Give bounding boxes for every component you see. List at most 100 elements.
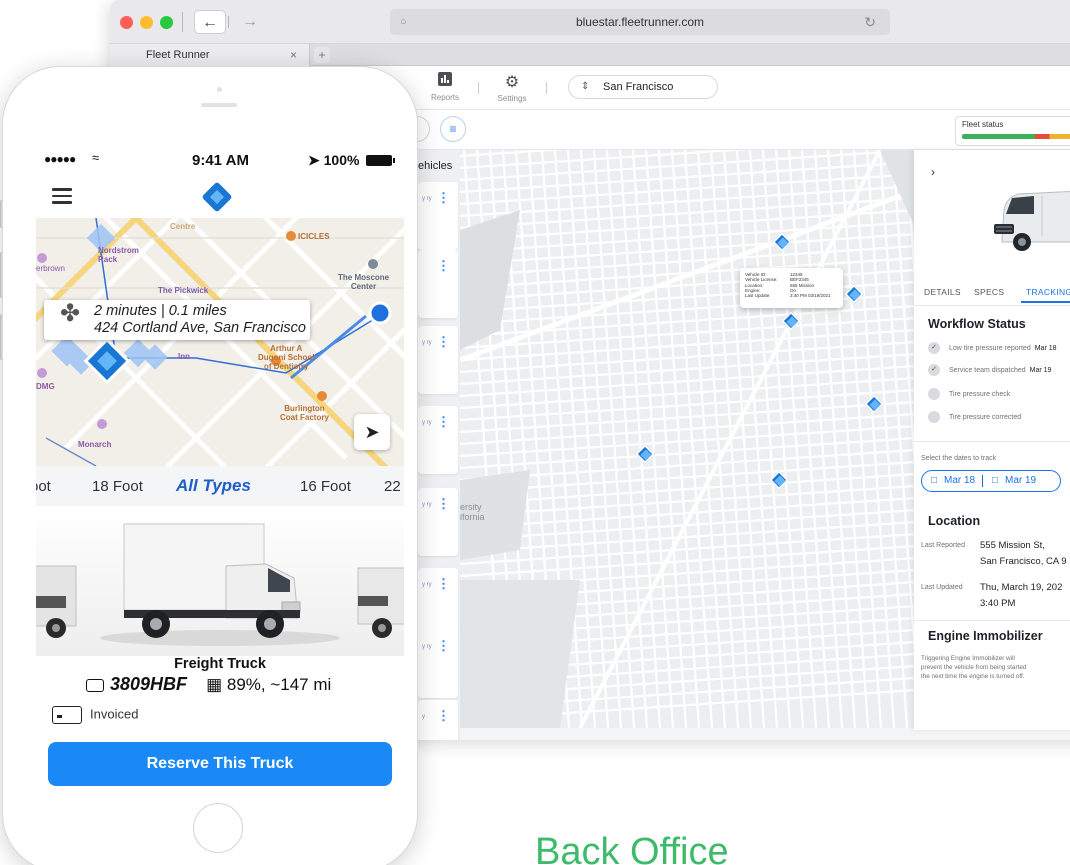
close-tab-icon[interactable]: × (290, 44, 297, 66)
last-updated-line2: 3:40 PM (980, 598, 1016, 609)
tab-strip: Fleet Runner × + (110, 44, 1070, 66)
vehicle-marker-icon[interactable] (772, 232, 792, 252)
phone-map[interactable]: ICICLES The Moscone Center The Pickwick … (36, 218, 404, 466)
vehicle-card[interactable]: y ry ⋮ (418, 326, 458, 394)
truck-plate-row: 3809HBF ▦ 89%, ~147 mi (86, 674, 331, 695)
more-options-icon[interactable]: ⋮ (437, 576, 450, 592)
eta-address: 424 Cortland Ave, San Francisco (94, 320, 306, 336)
lock-icon: ○ (400, 16, 407, 28)
check-icon: ✓ (928, 364, 940, 376)
address-bar[interactable]: ○ bluestar.fleetrunner.com ↻ (390, 9, 890, 35)
calendar-icon: □ (992, 475, 999, 486)
reserve-truck-button[interactable]: Reserve This Truck (48, 742, 392, 786)
vehicle-card[interactable]: y ry ⋮ (418, 182, 458, 250)
truck-carousel[interactable] (36, 506, 404, 656)
type-option-selected[interactable]: All Types (176, 476, 251, 496)
vehicle-popup: Vehicle ID: 12345 Vehicle License: BEF2345… (740, 268, 843, 308)
eta-distance: 2 minutes | 0.1 miles (94, 303, 227, 319)
navigation-arrow-icon[interactable]: ➤ (354, 414, 390, 450)
check-icon: ✓ (928, 342, 940, 354)
reports-button[interactable]: Reports (425, 72, 465, 102)
reload-icon[interactable]: ↻ (864, 9, 876, 35)
location-pin-icon: ⇕ (581, 81, 590, 92)
vehicle-card-text: y ry (422, 196, 432, 202)
workflow-step: Tire pressure corrected (928, 411, 1021, 423)
vehicle-card[interactable]: y ry ⋮ (418, 406, 458, 474)
truck-image (36, 523, 404, 646)
truck-plate: 3809HBF (110, 674, 188, 694)
settings-button[interactable]: ⚙ Settings (492, 72, 532, 103)
fuel-status: ▦ 89%, ~147 mi (206, 675, 331, 694)
tab-details[interactable]: DETAILS (924, 287, 961, 297)
vehicles-panel: /ehicles y ry ⋮ ⋮ y ry ⋮ y ry ⋮ y ry ⋮ y ry ⋮… (415, 150, 460, 740)
vehicle-card[interactable]: y ry ⋮ (418, 568, 458, 636)
date-from[interactable]: Mar 18 (944, 471, 975, 491)
date-to[interactable]: Mar 19 (1005, 471, 1036, 491)
more-options-icon[interactable]: ⋮ (437, 334, 450, 350)
vehicle-card-text: y ry (422, 644, 432, 650)
signal-icon: ●●●●● (44, 152, 76, 166)
home-button[interactable] (193, 803, 243, 853)
vehicle-card[interactable]: ⋮ (418, 250, 458, 318)
divider (914, 305, 1070, 306)
vehicle-marker-icon[interactable] (844, 284, 864, 304)
vehicle-card[interactable]: y ⋮ (418, 700, 458, 740)
tab-specs[interactable]: SPECS (974, 287, 1004, 297)
city-selector[interactable]: ⇕ San Francisco (568, 75, 718, 99)
vehicle-card[interactable]: y ry ⋮ (418, 630, 458, 698)
vehicle-marker-icon[interactable] (769, 470, 789, 490)
browser-titlebar: ← → ○ bluestar.fleetrunner.com ↻ (110, 0, 1070, 44)
titlebar-divider (228, 16, 229, 28)
type-option[interactable]: oot (36, 478, 51, 495)
more-options-icon[interactable]: ⋮ (437, 414, 450, 430)
fleet-status-bar (962, 134, 1070, 139)
forward-arrow-icon[interactable]: → (234, 10, 266, 34)
hamburger-menu-icon[interactable] (52, 188, 72, 204)
type-option[interactable]: 18 Foot (92, 478, 143, 495)
workflow-step: ✓ Service team dispatched Mar 19 (928, 364, 1051, 376)
new-tab-button[interactable]: + (314, 47, 330, 63)
map-poi-label: Monarch (78, 440, 112, 449)
chevron-right-icon[interactable]: › (931, 165, 935, 179)
type-option[interactable]: 22 (384, 478, 401, 495)
close-window-button[interactable] (120, 16, 133, 29)
vehicle-marker-icon[interactable] (635, 444, 655, 464)
workflow-status-title: Workflow Status (928, 317, 1026, 331)
minimize-window-button[interactable] (140, 16, 153, 29)
map-poi-label: ICICLES (298, 232, 330, 241)
type-option[interactable]: 16 Foot (300, 478, 351, 495)
more-options-icon[interactable]: ⋮ (437, 190, 450, 206)
back-arrow-icon[interactable]: ← (194, 10, 226, 34)
vehicle-detail-panel: › DETAILS SPECS TRACKING Workflow Status… (914, 150, 1070, 730)
payment-method[interactable]: Invoiced (52, 706, 138, 724)
titlebar-divider (182, 12, 183, 32)
more-options-icon[interactable]: ⋮ (437, 496, 450, 512)
fleet-status-widget[interactable]: Fleet status 1, (955, 116, 1070, 146)
settings-label: Settings (497, 94, 527, 103)
vehicle-marker-icon[interactable] (864, 394, 884, 414)
map-poi-label: Nordstrom Rack (98, 246, 139, 264)
more-options-icon[interactable]: ⋮ (437, 708, 450, 724)
vehicle-marker-icon[interactable] (781, 311, 801, 331)
vehicle-card-text: y ry (422, 340, 432, 346)
workflow-step-date: Mar 19 (1029, 366, 1052, 374)
license-plate-icon (86, 678, 104, 692)
tab-tracking[interactable]: TRACKING (1026, 287, 1070, 297)
more-options-icon[interactable]: ⋮ (437, 638, 450, 654)
divider (914, 441, 1070, 442)
wifi-icon: ≈ (92, 150, 100, 165)
vehicle-card[interactable]: y ry ⋮ (418, 488, 458, 556)
map-poi-label: erbrown (36, 264, 65, 273)
fuel-pump-icon: ▦ (206, 675, 223, 694)
fleet-map[interactable]: ersity ifornia Vehicle ID: 12345 Vehicle … (460, 150, 916, 728)
more-options-icon[interactable]: ⋮ (437, 258, 450, 274)
vehicle-card-text: y ry (422, 582, 432, 588)
vehicle-card-text: y ry (422, 420, 432, 426)
pending-circle-icon (928, 388, 940, 400)
map-poi-label: Centre (170, 222, 196, 231)
maximize-window-button[interactable] (160, 16, 173, 29)
filter-icon[interactable]: ≡ (440, 116, 466, 142)
truck-type-selector: oot 18 Foot All Types 16 Foot 22 (36, 466, 404, 506)
browser-tab[interactable]: Fleet Runner × (110, 44, 310, 66)
date-range-picker[interactable]: □ Mar 18 □ Mar 19 (921, 470, 1061, 492)
